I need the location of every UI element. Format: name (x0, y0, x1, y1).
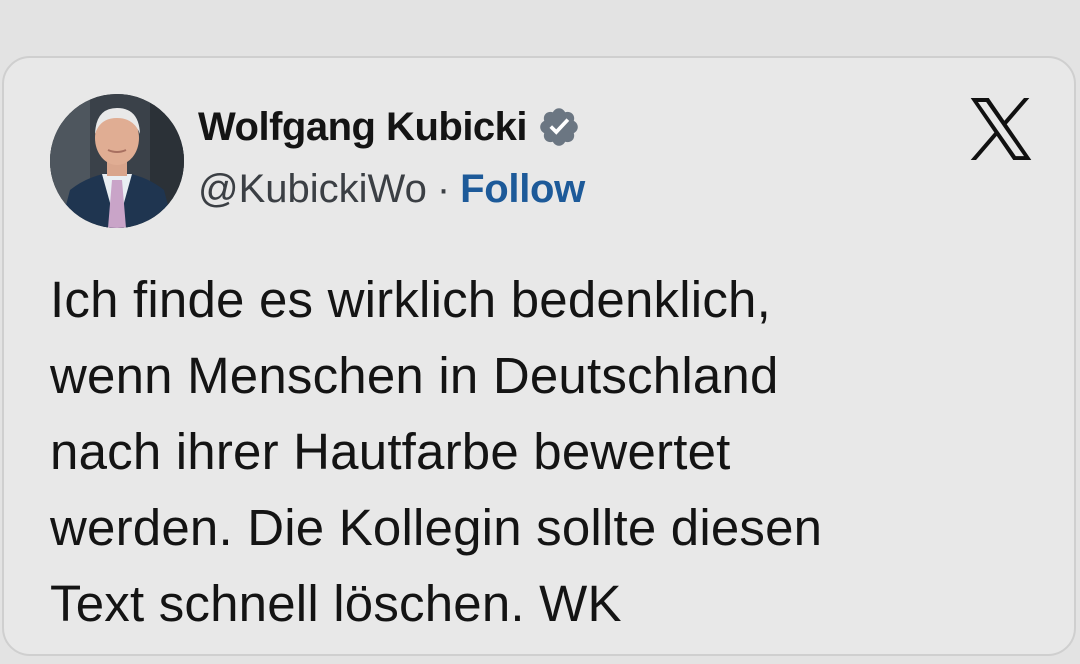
author-handle[interactable]: @KubickiWo (198, 167, 427, 212)
follow-button[interactable]: Follow (460, 167, 585, 212)
tweet-text-line: nach ihrer Hautfarbe bewertet (50, 423, 731, 480)
author-handle-row: @KubickiWo · Follow (198, 164, 585, 214)
tweet-text-line: Ich finde es wirklich bedenklich, (50, 271, 771, 328)
author-display-name[interactable]: Wolfgang Kubicki (198, 105, 528, 150)
tweet-text-line: wenn Menschen in Deutschland (50, 347, 779, 404)
separator-dot: · (436, 166, 451, 211)
avatar-photo (50, 94, 184, 228)
avatar[interactable] (50, 94, 184, 228)
tweet-card[interactable]: Wolfgang Kubicki @KubickiWo · Follow Ich… (2, 56, 1076, 656)
x-logo-icon[interactable] (968, 98, 1034, 160)
verified-badge-icon (540, 108, 578, 146)
tweet-text-line: Text schnell löschen. WK (50, 575, 622, 632)
author-name-row: Wolfgang Kubicki (198, 102, 581, 152)
tweet-text: Ich finde es wirklich bedenklich, wenn M… (50, 262, 1050, 642)
tweet-text-line: werden. Die Kollegin sollte diesen (50, 499, 823, 556)
